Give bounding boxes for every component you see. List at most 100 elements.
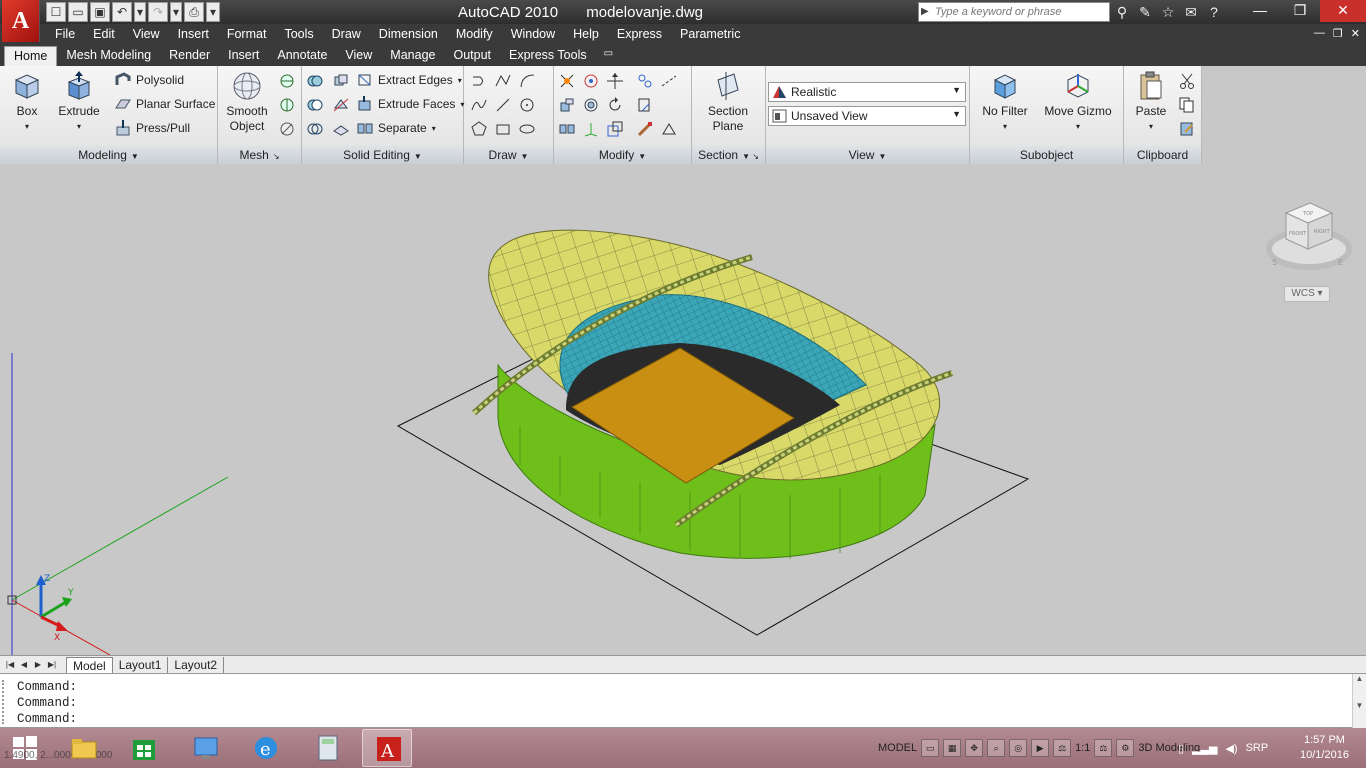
erase-icon[interactable] xyxy=(658,118,680,140)
named-view-dropdown-arrow-icon[interactable]: ▼ xyxy=(952,109,961,119)
ribbon-tab-render[interactable]: Render xyxy=(160,46,219,66)
copy-icon[interactable] xyxy=(634,70,656,92)
separate-button[interactable]: Separate ▾ xyxy=(356,117,436,139)
mesh-smooth-less-icon[interactable] xyxy=(276,94,298,116)
ribbon-tab-insert[interactable]: Insert xyxy=(219,46,268,66)
3d-polyline-icon[interactable] xyxy=(492,70,514,92)
offset-icon[interactable] xyxy=(634,94,656,116)
workspace-switching-icon[interactable]: ⚙ xyxy=(1116,739,1135,757)
polysolid-button[interactable]: Polysolid xyxy=(114,69,184,91)
box-button[interactable]: Box ▾ xyxy=(2,70,52,134)
close-button[interactable]: ✕ xyxy=(1320,0,1366,22)
break-icon[interactable] xyxy=(658,70,680,92)
visual-style-dropdown-arrow-icon[interactable]: ▼ xyxy=(952,85,961,95)
paste-button[interactable]: Paste ▾ xyxy=(1126,70,1176,134)
taskbar-internet-explorer[interactable]: e xyxy=(240,729,290,767)
cut-icon[interactable] xyxy=(1176,70,1198,92)
polygon-icon[interactable] xyxy=(468,118,490,140)
menu-insert[interactable]: Insert xyxy=(169,27,218,41)
prev-layout-icon[interactable]: ◀ xyxy=(18,658,30,671)
paste-dropdown-icon[interactable]: ▾ xyxy=(1126,119,1176,134)
layout-tab-layout1[interactable]: Layout1 xyxy=(113,657,169,673)
interfere-icon[interactable] xyxy=(330,70,352,92)
planar-surface-button[interactable]: Planar Surface xyxy=(114,93,215,115)
doc-restore-button[interactable]: ❐ xyxy=(1333,27,1343,40)
taskbar-autocad[interactable]: A xyxy=(362,729,412,767)
menu-file[interactable]: File xyxy=(46,27,84,41)
undo-dropdown-icon[interactable]: ▾ xyxy=(134,2,146,22)
rotate-icon[interactable] xyxy=(604,94,626,116)
extract-edges-button[interactable]: Extract Edges ▾ xyxy=(356,69,462,91)
application-menu-button[interactable]: A xyxy=(2,0,40,42)
ribbon-tab-express-tools[interactable]: Express Tools xyxy=(500,46,596,66)
3d-align-icon[interactable] xyxy=(556,94,578,116)
communication-icon[interactable]: ✉ xyxy=(1181,2,1201,22)
qat-dropdown-icon[interactable]: ▾ xyxy=(206,2,220,22)
favorites-star-icon[interactable]: ☆ xyxy=(1158,2,1178,22)
ribbon-tab-mesh-modeling[interactable]: Mesh Modeling xyxy=(57,46,160,66)
start-button[interactable] xyxy=(0,728,50,768)
drawing-viewport[interactable]: Z Y X TOP FRONT RIGHT S E WCS ▾ xyxy=(0,165,1366,655)
named-view-dropdown[interactable]: Unsaved View ▼ xyxy=(768,106,966,126)
3d-move-icon[interactable] xyxy=(604,70,626,92)
annotation-visibility-icon[interactable]: ⚖ xyxy=(1094,739,1113,757)
ribbon-tab-manage[interactable]: Manage xyxy=(381,46,444,66)
volume-icon[interactable]: ◀) xyxy=(1225,742,1237,755)
viewcube[interactable]: TOP FRONT RIGHT S E xyxy=(1266,199,1352,279)
search-expand-icon[interactable]: ▶ xyxy=(921,6,929,17)
no-filter-dropdown-icon[interactable]: ▾ xyxy=(978,119,1032,134)
arc-icon[interactable] xyxy=(516,70,538,92)
solid-editing-panel-title[interactable]: Solid Editing ▼ xyxy=(302,146,463,164)
binoculars-icon[interactable]: ⚲ xyxy=(1112,2,1132,22)
taskbar-store[interactable] xyxy=(118,729,168,767)
save-icon[interactable]: ▣ xyxy=(90,2,110,22)
union-icon[interactable] xyxy=(304,70,326,92)
infocenter-search-input[interactable]: ▶ Type a keyword or phrase xyxy=(918,2,1110,22)
slice-icon[interactable] xyxy=(330,94,352,116)
quick-view-drawings-icon[interactable]: ▦ xyxy=(943,739,962,757)
scale-icon[interactable] xyxy=(604,118,626,140)
thicken-icon[interactable] xyxy=(330,118,352,140)
ribbon-tab-output[interactable]: Output xyxy=(444,46,500,66)
taskbar-calculator[interactable] xyxy=(302,729,352,767)
match-properties-icon[interactable] xyxy=(634,118,656,140)
steering-wheel-icon[interactable]: ◎ xyxy=(1009,739,1028,757)
ucs-menu-button[interactable]: WCS ▾ xyxy=(1284,286,1330,302)
ribbon-tab-annotate[interactable]: Annotate xyxy=(268,46,336,66)
menu-express[interactable]: Express xyxy=(608,27,671,41)
last-layout-icon[interactable]: ▶| xyxy=(46,658,58,671)
move-gizmo-dropdown-icon[interactable]: ▾ xyxy=(1042,119,1114,134)
menu-parametric[interactable]: Parametric xyxy=(671,27,749,41)
spline-icon[interactable] xyxy=(468,94,490,116)
line-icon[interactable] xyxy=(492,94,514,116)
undo-icon[interactable]: ↶ xyxy=(112,2,132,22)
showmotion-icon[interactable]: ▶ xyxy=(1031,739,1050,757)
3d-mirror-icon[interactable] xyxy=(556,118,578,140)
explode-icon[interactable] xyxy=(556,70,578,92)
menu-edit[interactable]: Edit xyxy=(84,27,124,41)
subtract-icon[interactable] xyxy=(304,94,326,116)
visual-style-dropdown[interactable]: Realistic ▼ xyxy=(768,82,966,102)
copy-with-basepoint-icon[interactable] xyxy=(1176,118,1198,140)
modify-panel-title[interactable]: Modify ▼ xyxy=(554,146,691,164)
system-clock[interactable]: 1:57 PM 10/1/2016 xyxy=(1300,733,1349,763)
menu-modify[interactable]: Modify xyxy=(447,27,502,41)
3d-scale-icon[interactable] xyxy=(580,118,602,140)
doc-close-button[interactable]: ✕ xyxy=(1351,27,1360,40)
command-line-window[interactable]: Command: Command: Command: ▲ ▼ xyxy=(0,674,1366,728)
language-indicator[interactable]: SRP xyxy=(1246,742,1269,754)
open-icon[interactable]: ▭ xyxy=(68,2,88,22)
zoom-icon[interactable]: ⌕ xyxy=(987,739,1006,757)
3d-array-icon[interactable] xyxy=(580,94,602,116)
ribbon-tab-home[interactable]: Home xyxy=(4,46,58,66)
network-icon[interactable]: ▂▃▅ xyxy=(1192,742,1217,755)
minimize-button[interactable]: — xyxy=(1240,0,1280,22)
ellipse-icon[interactable] xyxy=(516,118,538,140)
draw-panel-title[interactable]: Draw ▼ xyxy=(464,146,553,164)
doc-minimize-button[interactable]: — xyxy=(1314,27,1325,40)
mesh-panel-title[interactable]: Mesh ↘ xyxy=(218,146,301,164)
model-space-label[interactable]: MODEL xyxy=(878,742,917,754)
ribbon-tab-view[interactable]: View xyxy=(336,46,381,66)
circle-icon[interactable] xyxy=(516,94,538,116)
subscription-icon[interactable]: ✎ xyxy=(1135,2,1155,22)
